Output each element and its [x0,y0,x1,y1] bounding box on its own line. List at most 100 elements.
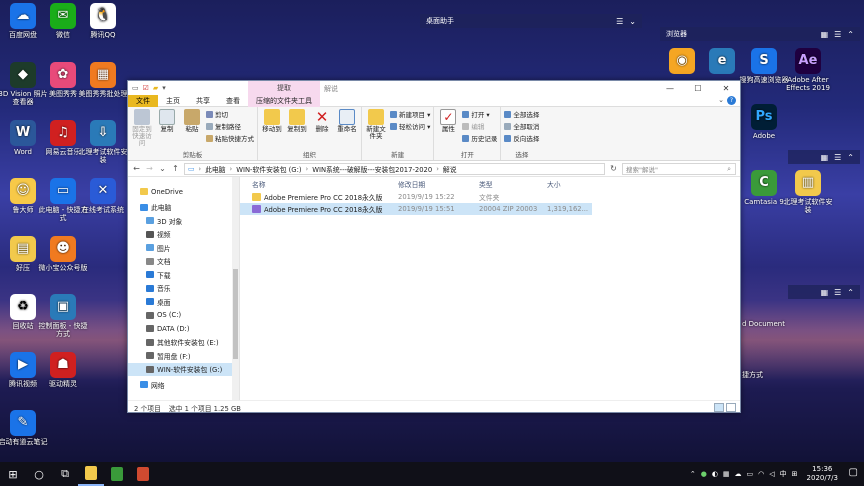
search-input[interactable]: 搜索"解说" [626,164,658,174]
desktop-assistant-header[interactable]: 桌面助手 ☰ ⌄ [420,14,642,28]
up-arrow-icon[interactable]: ↑ [171,164,180,173]
nav-item[interactable]: OS (C:) [128,309,239,323]
file-explorer-taskbar-icon[interactable] [78,462,104,486]
tab-share[interactable]: 共享 [188,95,218,107]
nav-item[interactable]: 其他软件安装包 (E:) [128,336,239,350]
chevron-up-icon[interactable]: ⌃ [847,288,854,297]
new-folder-button[interactable]: 新建文件夹 [365,109,387,150]
nav-item[interactable]: 下载 [128,268,239,282]
dropdown-arrow-icon[interactable]: ▾ [162,84,166,92]
nav-item[interactable]: 视频 [128,228,239,242]
pin-quick-access-button[interactable]: 固定到快速访问 [131,109,153,150]
tray-app4-icon[interactable]: ☁ [735,470,742,478]
breadcrumb-separator[interactable]: › [436,165,439,173]
paste-button[interactable]: 粘贴 [181,109,203,150]
desktop-shortcut[interactable]: Ps Adobe [739,104,789,140]
invert-selection-button[interactable]: 反向选择 [504,133,539,143]
tab-compressed-folder-tools[interactable]: 压缩的文件夹工具 [248,94,320,107]
desktop-shortcut[interactable]: ✎ 启动有道云笔记 [0,410,48,446]
notification-center-icon[interactable]: ▢ [849,467,858,478]
task-view-icon[interactable]: ⧉ [52,462,78,486]
breadcrumb-segment[interactable]: 解说 [443,164,457,174]
widget2-header[interactable]: ▦ ☰ ⌃ [788,150,860,164]
chevron-up-icon[interactable]: ⌃ [847,153,854,162]
grid-icon[interactable]: ▦ [821,288,829,297]
edit-button[interactable]: 编辑 [462,121,497,131]
file-row[interactable]: Adobe Premiere Pro CC 2018永久版 2019/9/19 1… [240,203,592,215]
chevron-down-icon[interactable]: ⌄ [629,17,636,26]
tray-expand-icon[interactable]: ⌃ [690,470,696,478]
desktop-shortcut[interactable]: ▣ 控制面板 - 快捷方式 [38,294,88,338]
list-icon[interactable]: ☰ [834,30,841,39]
ime-indicator[interactable]: 中 [780,469,787,479]
tab-file[interactable]: 文件 [128,94,158,107]
cut-button[interactable]: 剪切 [206,109,254,119]
address-path[interactable]: ▭ › 此电脑 › WIN-软件安装包 (G:) › WIN系统---破解版---安装包2… [184,162,605,175]
title-bar[interactable]: ▭ ☑ ▰ ▾ 提取 解说 — ☐ ✕ [128,81,740,95]
grid-icon[interactable]: ▦ [821,153,829,162]
desktop-shortcut[interactable]: S 搜狗高速浏览器 [739,48,789,84]
easy-access-button[interactable]: 轻松访问 ▾ [390,121,430,131]
network-tray-icon[interactable]: ◠ [758,470,764,478]
new-item-button[interactable]: 新建项目 ▾ [390,109,430,119]
copy-path-button[interactable]: 复制路径 [206,121,254,131]
desktop-shortcut[interactable]: 🐧 腾讯QQ [78,3,128,39]
search-circle-icon[interactable]: ○ [26,462,52,486]
paste-shortcut-button[interactable]: 粘贴快捷方式 [206,133,254,143]
nav-item[interactable]: 音乐 [128,282,239,296]
widget3-header[interactable]: ▦ ☰ ⌃ [788,285,860,299]
desktop-shortcut[interactable]: C Camtasia 9 [739,170,789,206]
ribbon-collapse-icon[interactable]: ⌄ [718,96,724,104]
nav-item[interactable]: 文档 [128,255,239,269]
tab-home[interactable]: 主页 [158,95,188,107]
move-to-button[interactable]: 移动到 [261,109,283,150]
tray-app3-icon[interactable]: ▦ [723,470,730,478]
start-windows-icon[interactable]: ⊞ [0,462,26,486]
properties-button[interactable]: ✓ 属性 [437,109,459,150]
desktop-shortcut[interactable]: ⇩ 北理考试软件安装 [78,120,128,164]
nav-scroll-thumb[interactable] [233,269,238,359]
browser-widget-header[interactable]: 浏览器 ▦ ☰ ⌃ [660,27,860,41]
forward-arrow-icon[interactable]: → [145,164,154,173]
refresh-icon[interactable]: ↻ [609,164,618,173]
desktop-shortcut[interactable]: ☗ 驱动精灵 [38,352,88,388]
checkbox-icon[interactable]: ☑ [143,84,149,92]
quick-access-toolbar-icon[interactable]: ▭ [132,84,139,92]
tray-app-icon[interactable]: ● [701,470,707,478]
select-all-button[interactable]: 全部选择 [504,109,539,119]
nav-item[interactable]: 网络 [128,378,239,392]
maximize-icon[interactable]: ☐ [684,81,712,95]
large-icons-view-icon[interactable] [726,403,736,412]
nav-item[interactable]: 桌面 [128,295,239,309]
list-icon[interactable]: ☰ [834,153,841,162]
folder-icon[interactable]: ▰ [153,84,158,92]
file-row[interactable]: Adobe Premiere Pro CC 2018永久版 2019/9/19 1… [240,191,592,203]
list-icon[interactable]: ☰ [834,288,841,297]
recent-dropdown-icon[interactable]: ⌄ [158,164,167,173]
clock[interactable]: 15:36 2020/7/3 [807,465,838,483]
copy-to-button[interactable]: 复制到 [286,109,308,150]
nav-scrollbar[interactable] [232,177,239,400]
list-icon[interactable]: ☰ [616,17,623,26]
camtasia-taskbar-icon[interactable] [104,462,130,486]
search-box[interactable]: 搜索"解说" ⌕ [622,162,736,175]
ime-mode-icon[interactable]: ⊞ [792,470,798,478]
chevron-up-icon[interactable]: ⌃ [847,30,854,39]
volume-icon[interactable]: ◁ [769,470,774,478]
desktop-shortcut[interactable]: Ae Adobe After Effects 2019 [783,48,833,92]
help-icon[interactable]: ? [727,96,736,105]
nav-item[interactable]: WIN-软件安装包 (G:) [128,362,239,376]
desktop-shortcut[interactable]: ▥ 北理考试软件安装 [783,170,833,214]
back-arrow-icon[interactable]: ← [132,164,141,173]
breadcrumb-separator[interactable]: › [306,165,309,173]
nav-item[interactable]: 此电脑 [128,201,239,215]
desktop-shortcut[interactable]: ✕ 在线考试系统 [78,178,128,214]
copy-button[interactable]: 复制 [156,109,178,150]
nav-item[interactable]: DATA (D:) [128,322,239,336]
delete-button[interactable]: ✕ 删除 [311,109,333,150]
battery-icon[interactable]: ▭ [747,470,754,478]
history-button[interactable]: 历史记录 [462,133,497,143]
minimize-icon[interactable]: — [656,81,684,95]
desktop-shortcut[interactable]: ▦ 美图秀秀批处理 [78,62,128,98]
navigation-pane[interactable]: OneDrive 此电脑 3D 对象 视频 图片 文档 下载 音乐 桌面 OS (C:) DATA … [128,177,240,400]
